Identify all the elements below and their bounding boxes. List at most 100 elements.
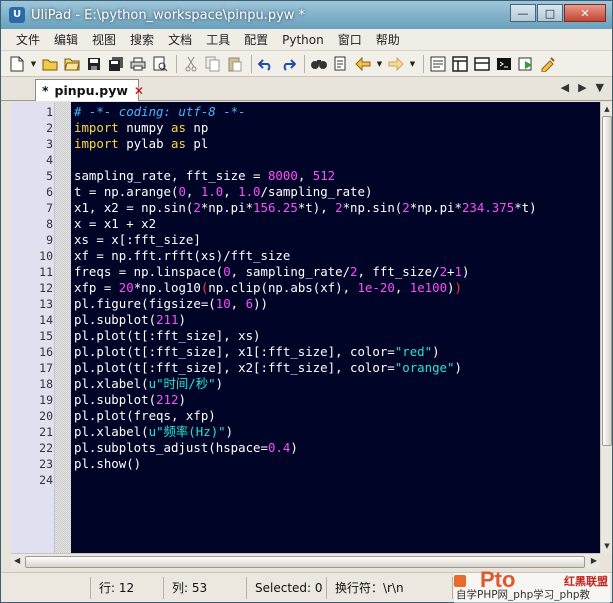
code-line[interactable]: 22 pl.subplots_adjust(hspace=0.4): [39, 440, 600, 456]
forward-icon[interactable]: [386, 54, 406, 74]
code-line[interactable]: 10 xf = np.fft.rfft(xs)/fft_size: [39, 248, 600, 264]
code-editor[interactable]: 1 # -*- coding: utf-8 -*- 2 import numpy as…: [11, 102, 600, 553]
tab-scroll-left-icon[interactable]: ◀: [561, 81, 569, 94]
code-line[interactable]: 17 pl.plot(t[:fft_size], x2[:fft_size], c…: [39, 360, 600, 376]
vertical-scrollbar[interactable]: ▲ ▼: [600, 102, 612, 553]
open-icon[interactable]: [62, 54, 82, 74]
scroll-down-icon[interactable]: ▼: [602, 540, 612, 552]
code-line[interactable]: 3 import pylab as pl: [46, 136, 600, 152]
menu-document[interactable]: 文档: [161, 31, 199, 48]
code-line[interactable]: 21 pl.xlabel(u"频率(Hz)"): [39, 424, 600, 440]
menu-config[interactable]: 配置: [237, 31, 275, 48]
save-all-icon[interactable]: [106, 54, 126, 74]
code-token: pylab: [118, 136, 171, 151]
code-lines[interactable]: 1 # -*- coding: utf-8 -*- 2 import numpy as…: [39, 104, 600, 488]
code-token: "red": [394, 344, 433, 359]
tab-scroll-right-icon[interactable]: ▶: [578, 81, 586, 94]
back-icon[interactable]: [353, 54, 373, 74]
code-text: pl.plot(freqs, xfp): [71, 408, 216, 423]
code-text: x = x1 + x2: [71, 216, 156, 231]
menu-tools[interactable]: 工具: [199, 31, 237, 48]
line-number: 6: [46, 185, 53, 199]
window-icon[interactable]: [472, 54, 492, 74]
code-line[interactable]: 11 freqs = np.linspace(0, sampling_rate/2…: [39, 264, 600, 280]
code-token: 1e-20: [357, 280, 395, 295]
replace-icon[interactable]: [331, 54, 351, 74]
code-line[interactable]: 16 pl.plot(t[:fft_size], x1[:fft_size], c…: [39, 344, 600, 360]
code-line[interactable]: 24: [39, 472, 600, 488]
code-line[interactable]: 1 # -*- coding: utf-8 -*-: [46, 104, 600, 120]
code-token: ): [454, 360, 462, 375]
run-icon[interactable]: [516, 54, 536, 74]
menu-window[interactable]: 窗口: [331, 31, 369, 48]
tab-close-icon[interactable]: ✕: [134, 84, 144, 98]
scroll-up-icon[interactable]: ▲: [602, 103, 612, 115]
code-line[interactable]: 14 pl.subplot(211): [39, 312, 600, 328]
maximize-button[interactable]: □: [537, 4, 563, 22]
status-newline: 换行符：\r\n: [327, 576, 453, 599]
code-line[interactable]: 13 pl.figure(figsize=(10, 6)): [39, 296, 600, 312]
code-token: 10: [215, 296, 231, 311]
code-token: ): [178, 312, 186, 327]
print-icon[interactable]: [128, 54, 148, 74]
new-file-icon[interactable]: [7, 54, 27, 74]
menu-python[interactable]: Python: [275, 33, 331, 47]
code-line[interactable]: 9 xs = x[:fft_size]: [46, 232, 600, 248]
paste-icon[interactable]: [225, 54, 245, 74]
code-line[interactable]: 15 pl.plot(t[:fft_size], xs): [39, 328, 600, 344]
redo-icon[interactable]: [278, 54, 298, 74]
code-token: np: [185, 120, 209, 135]
menu-file[interactable]: 文件: [9, 31, 47, 48]
code-line[interactable]: 6 t = np.arange(0, 1.0, 1.0/sampling_rate…: [46, 184, 600, 200]
menu-view[interactable]: 视图: [85, 31, 123, 48]
code-token: 234.375: [461, 200, 515, 215]
cut-icon[interactable]: [181, 54, 201, 74]
line-number: 21: [39, 425, 53, 439]
open-folder-icon[interactable]: [40, 54, 60, 74]
menu-search[interactable]: 搜索: [123, 31, 161, 48]
save-icon[interactable]: [84, 54, 104, 74]
tools-icon[interactable]: [538, 54, 558, 74]
scroll-right-icon[interactable]: ▶: [591, 556, 597, 565]
new-file-dropdown-icon[interactable]: ▼: [29, 54, 38, 74]
code-text: xs = x[:fft_size]: [71, 232, 201, 247]
forward-dropdown-icon[interactable]: ▼: [408, 54, 417, 74]
back-dropdown-icon[interactable]: ▼: [375, 54, 384, 74]
code-line[interactable]: 20 pl.plot(freqs, xfp): [39, 408, 600, 424]
scroll-left-icon[interactable]: ◀: [14, 556, 20, 565]
code-line[interactable]: 23 pl.show(): [39, 456, 600, 472]
code-token: 2: [335, 200, 343, 215]
undo-icon[interactable]: [256, 54, 276, 74]
menu-help[interactable]: 帮助: [369, 31, 407, 48]
code-token: *t): [514, 200, 537, 215]
tab-pinpu[interactable]: * pinpu.pyw ✕: [35, 79, 144, 101]
code-line[interactable]: 19 pl.subplot(212): [39, 392, 600, 408]
code-line[interactable]: 12 xfp = 20*np.log10(np.clip(np.abs(xf), …: [39, 280, 600, 296]
close-button[interactable]: ✕: [564, 4, 606, 22]
code-line[interactable]: 7 x1, x2 = np.sin(2*np.pi*156.25*t), 2*np…: [46, 200, 600, 216]
code-line[interactable]: 18 pl.xlabel(u"时间/秒"): [39, 376, 600, 392]
code-line[interactable]: 5 sampling_rate, fft_size = 8000, 512: [46, 168, 600, 184]
tab-list-icon[interactable]: ▼: [596, 81, 604, 94]
ulipad-app-icon: U: [9, 7, 25, 23]
code-token: 0.4: [267, 440, 291, 455]
code-line[interactable]: 4: [46, 152, 600, 168]
print-preview-icon[interactable]: [150, 54, 170, 74]
layout-icon[interactable]: [450, 54, 470, 74]
code-line[interactable]: 8 x = x1 + x2: [46, 216, 600, 232]
code-token: t = np.arange(: [74, 184, 179, 199]
code-token: pl.subplot(: [74, 312, 157, 327]
code-line[interactable]: 2 import numpy as np: [46, 120, 600, 136]
line-number: 3: [46, 137, 53, 151]
title-bar[interactable]: U UliPad - E:\python_workspace\pinpu.pyw…: [1, 1, 612, 29]
status-column: 列: 53: [164, 576, 247, 599]
copy-icon[interactable]: [203, 54, 223, 74]
fold-margin[interactable]: [55, 102, 71, 553]
find-icon[interactable]: [309, 54, 329, 74]
vertical-scroll-thumb[interactable]: [602, 116, 612, 446]
python-icon[interactable]: [494, 54, 514, 74]
properties-icon[interactable]: [428, 54, 448, 74]
menu-edit[interactable]: 编辑: [47, 31, 85, 48]
minimize-button[interactable]: —: [510, 4, 536, 22]
code-text: t = np.arange(0, 1.0, 1.0/sampling_rate): [71, 184, 372, 199]
